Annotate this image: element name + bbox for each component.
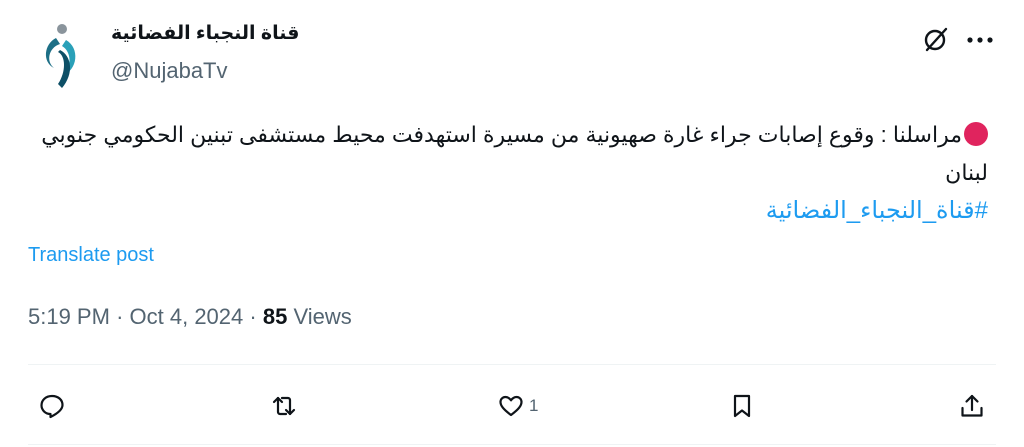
- post-text: مراسلنا : وقوع إصابات جراء غارة صهيونية …: [24, 116, 988, 192]
- share-icon: [961, 394, 983, 417]
- like-button[interactable]: 1: [497, 388, 538, 424]
- views-label: Views: [293, 304, 352, 329]
- account-handle[interactable]: @NujabaTv: [111, 58, 228, 84]
- like-icon: [499, 395, 523, 417]
- more-icon[interactable]: [962, 30, 998, 50]
- post-date[interactable]: Oct 4, 2024: [130, 304, 244, 329]
- divider: [28, 444, 996, 445]
- translate-post-link[interactable]: Translate post: [28, 244, 154, 267]
- views-count: 85: [262, 304, 288, 329]
- post-header: قناة النجباء الفضائية @NujabaTv: [0, 0, 1024, 100]
- hashtag-link[interactable]: #قناة_النجباء_الفضائية: [24, 196, 988, 225]
- reply-button[interactable]: [38, 388, 66, 424]
- display-name[interactable]: قناة النجباء الفضائية: [111, 22, 299, 45]
- like-count: 1: [529, 396, 539, 415]
- post-meta: 5:19 PM · Oct 4, 2024 · 85 Views: [28, 304, 352, 330]
- avatar[interactable]: [36, 22, 84, 92]
- bookmark-button[interactable]: [728, 388, 756, 424]
- share-button[interactable]: [958, 388, 986, 424]
- bookmark-icon: [733, 394, 751, 418]
- post-text-content: مراسلنا : وقوع إصابات جراء غارة صهيونية …: [41, 122, 988, 185]
- meta-separator: ·: [116, 304, 124, 329]
- repost-button[interactable]: [270, 388, 298, 424]
- meta-separator: ·: [249, 304, 257, 329]
- divider: [28, 364, 996, 365]
- post-time[interactable]: 5:19 PM: [28, 304, 110, 329]
- repost-icon: [272, 396, 296, 416]
- reply-icon: [40, 394, 64, 419]
- grok-icon[interactable]: [922, 25, 950, 53]
- red-circle-emoji: [964, 122, 988, 146]
